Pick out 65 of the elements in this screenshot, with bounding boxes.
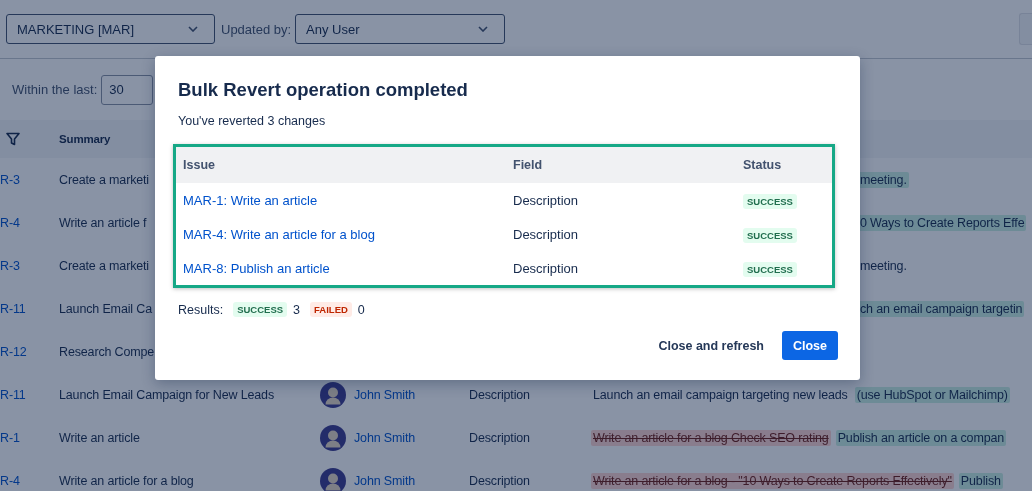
removed-text: Write an article for a blog - "10 Ways to Create Reports Effectively" bbox=[591, 472, 954, 489]
issue-key-link[interactable]: R-4 bbox=[0, 473, 20, 488]
issue-key-link[interactable]: R-4 bbox=[0, 215, 20, 230]
issue-link[interactable]: MAR-4: Write an article for a blog bbox=[183, 226, 375, 242]
added-text: ch an email campaign targetin bbox=[858, 300, 1025, 317]
field-text: Description bbox=[469, 473, 530, 488]
days-field[interactable]: 30 bbox=[101, 74, 154, 105]
added-text: meeting. bbox=[858, 171, 909, 188]
user-link[interactable]: John Smith bbox=[354, 430, 416, 445]
chevron-down-icon bbox=[478, 26, 489, 32]
issue-key-link[interactable]: R-3 bbox=[0, 258, 20, 273]
column-header: Field bbox=[513, 158, 544, 172]
issue-key-link[interactable]: R-11 bbox=[0, 387, 26, 402]
avatar-icon bbox=[320, 381, 346, 408]
removed-text: Write an article for a blog Check SEO rating bbox=[591, 429, 831, 446]
project-select[interactable]: MARKETING [MAR] bbox=[6, 14, 215, 44]
user-select[interactable]: Any User bbox=[295, 14, 506, 44]
status-badge: FAILED bbox=[310, 302, 352, 317]
summary-text: Launch Email Campaign for New Leads bbox=[59, 387, 274, 402]
column-header: Status bbox=[743, 158, 783, 172]
column-header: Issue bbox=[183, 158, 216, 172]
summary-text: Research Compe bbox=[59, 344, 155, 359]
added-text: Publish an article on a compan bbox=[835, 429, 1007, 446]
summary-text: Launch Email Ca bbox=[59, 301, 152, 316]
chevron-down-icon bbox=[188, 26, 198, 32]
added-text: 0 Ways to Create Reports Effe bbox=[858, 214, 1027, 231]
summary-text: Create a marketi bbox=[59, 172, 149, 187]
close-button[interactable]: Close bbox=[782, 331, 838, 360]
change-text: Launch an email campaign targeting new leads bbox=[592, 386, 849, 403]
result-count: 3 bbox=[293, 302, 301, 317]
avatar-icon bbox=[320, 467, 346, 491]
filter-icon bbox=[6, 132, 20, 146]
issue-link[interactable]: MAR-8: Publish an article bbox=[183, 260, 330, 276]
results-label: Results: bbox=[178, 302, 224, 317]
status-badge: SUCCESS bbox=[743, 227, 797, 243]
close-and-refresh-button[interactable]: Close and refresh bbox=[650, 331, 772, 360]
added-text: (use HubSpot or Mailchimp) bbox=[854, 386, 1010, 403]
dialog-title: Bulk Revert operation completed bbox=[178, 78, 469, 102]
avatar-icon bbox=[320, 424, 346, 451]
dialog-message: You've reverted 3 changes bbox=[178, 114, 327, 128]
summary-text: Write an article bbox=[59, 430, 140, 445]
user-link[interactable]: John Smith bbox=[354, 473, 416, 488]
issue-key-link[interactable]: R-11 bbox=[0, 301, 26, 316]
status-badge: SUCCESS bbox=[743, 193, 797, 209]
summary-text: Create a marketi bbox=[59, 258, 149, 273]
field-text: Description bbox=[469, 387, 530, 402]
issue-key-link[interactable]: R-1 bbox=[0, 430, 20, 445]
added-text: Publish bbox=[958, 472, 1003, 489]
field-text: Description bbox=[513, 260, 579, 276]
within-label: Within the last: bbox=[12, 82, 98, 97]
field-text: Description bbox=[469, 430, 530, 445]
summary-text: Write an article f bbox=[59, 215, 147, 230]
issue-link[interactable]: MAR-1: Write an article bbox=[183, 192, 318, 208]
result-count: 0 bbox=[357, 302, 365, 317]
updated-by-label: Updated by: bbox=[221, 21, 292, 37]
issue-key-link[interactable]: R-12 bbox=[0, 344, 27, 359]
user-link[interactable]: John Smith bbox=[354, 387, 416, 402]
status-badge: SUCCESS bbox=[233, 302, 288, 317]
status-badge: SUCCESS bbox=[743, 261, 797, 277]
column-header[interactable]: Summary bbox=[59, 133, 111, 145]
issue-key-link[interactable]: R-3 bbox=[0, 172, 20, 187]
field-text: Description bbox=[513, 192, 579, 208]
change-text: meeting. bbox=[859, 257, 908, 274]
field-text: Description bbox=[513, 226, 579, 242]
summary-text: Write an article for a blog bbox=[59, 473, 194, 488]
